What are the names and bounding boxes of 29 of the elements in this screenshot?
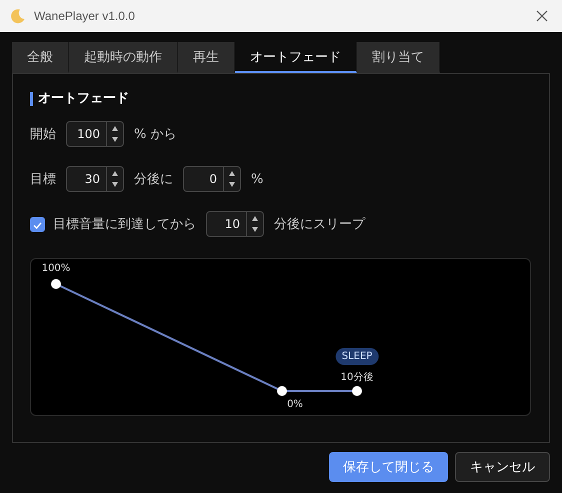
- field-label: 開始: [30, 126, 56, 143]
- graph-point[interactable]: [277, 386, 287, 396]
- point-label: 100%: [42, 263, 70, 274]
- graph-point[interactable]: [51, 279, 61, 289]
- cancel-button[interactable]: キャンセル: [455, 452, 550, 482]
- sleep-badge: SLEEP: [336, 348, 378, 365]
- moon-icon: [10, 8, 26, 24]
- section-heading: オートフェード: [30, 92, 532, 106]
- graph-point[interactable]: [352, 386, 362, 396]
- number-spinner[interactable]: 30: [66, 166, 124, 192]
- tab[interactable]: 再生: [178, 42, 235, 73]
- tab[interactable]: オートフェード: [235, 42, 357, 73]
- point-label: 0%: [287, 399, 303, 410]
- field-label: %: [251, 172, 264, 186]
- sleep-checkbox[interactable]: 目標音量に到達してから: [30, 215, 196, 233]
- number-spinner[interactable]: 0: [183, 166, 241, 192]
- window-title: WanePlayer v1.0.0: [34, 9, 136, 23]
- tab[interactable]: 起動時の動作: [69, 42, 178, 73]
- tab[interactable]: 全般: [12, 42, 69, 73]
- field-label: 分後にスリープ: [274, 216, 365, 233]
- number-spinner[interactable]: 10: [206, 211, 264, 237]
- field-label: % から: [134, 126, 176, 143]
- number-spinner[interactable]: 100: [66, 121, 124, 147]
- close-icon[interactable]: [536, 10, 548, 22]
- field-label: 目標: [30, 171, 56, 188]
- tab[interactable]: 割り当て: [357, 42, 440, 73]
- checkbox-box[interactable]: [30, 216, 45, 232]
- point-label: 10分後: [340, 371, 374, 384]
- field-label: 分後に: [134, 171, 173, 188]
